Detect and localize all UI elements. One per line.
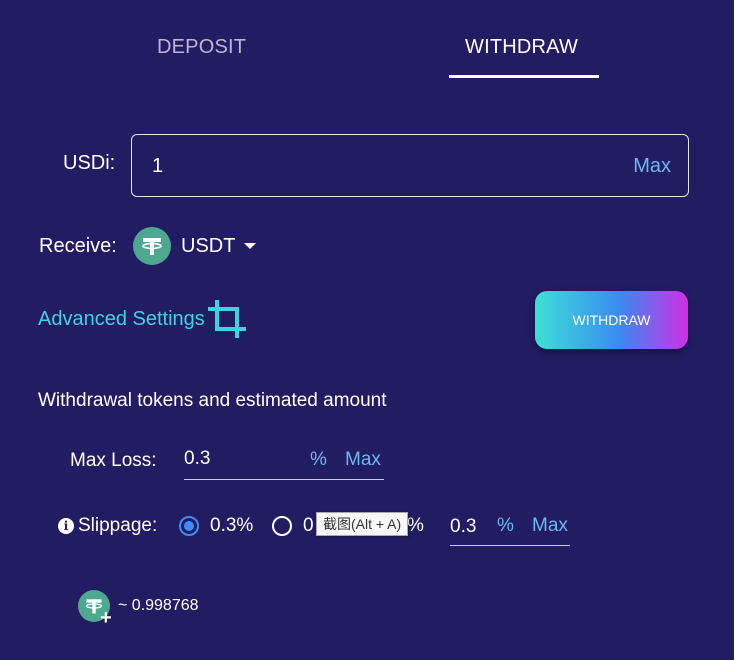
slippage-option-label-2: 0 <box>303 515 314 536</box>
tether-icon <box>133 227 171 265</box>
tab-withdraw[interactable]: WITHDRAW <box>465 36 578 59</box>
chevron-down-icon[interactable] <box>244 243 256 249</box>
plus-icon: + <box>100 607 112 629</box>
tab-deposit[interactable]: DEPOSIT <box>157 36 246 59</box>
withdraw-button[interactable]: WITHDRAW <box>535 291 688 349</box>
usdi-amount-input[interactable] <box>152 153 592 179</box>
receive-token-select[interactable]: USDT <box>181 235 235 258</box>
slippage-unit: % <box>497 515 514 536</box>
info-icon[interactable]: i <box>58 518 74 534</box>
slippage-option-radio-1[interactable] <box>179 516 199 536</box>
slippage-label: Slippage: <box>78 515 158 536</box>
crop-icon[interactable] <box>206 298 248 340</box>
slippage-option-radio-2[interactable] <box>272 516 292 536</box>
screenshot-tooltip: 截图(Alt + A) <box>316 512 409 536</box>
advanced-settings-link[interactable]: Advanced Settings <box>38 308 205 331</box>
section-title: Withdrawal tokens and estimated amount <box>38 390 387 411</box>
slippage-input[interactable] <box>450 514 490 540</box>
usdi-max-button[interactable]: Max <box>633 155 671 178</box>
usdi-amount-field: Max <box>131 134 689 197</box>
receive-label: Receive: <box>39 235 117 257</box>
max-loss-label: Max Loss: <box>70 450 157 471</box>
max-loss-unit: % <box>310 449 327 470</box>
usdi-label: USDi: <box>63 152 116 174</box>
max-loss-input[interactable] <box>184 446 294 472</box>
slippage-option-label-1: 0.3% <box>210 515 254 536</box>
slippage-option-label-3: % <box>407 515 424 536</box>
max-loss-max-button[interactable]: Max <box>345 449 381 471</box>
estimated-amount: ~ 0.998768 <box>118 597 199 614</box>
max-loss-field: % Max <box>184 440 384 480</box>
slippage-max-button[interactable]: Max <box>532 515 568 537</box>
slippage-field: % Max <box>450 506 570 546</box>
active-tab-indicator <box>449 75 599 78</box>
